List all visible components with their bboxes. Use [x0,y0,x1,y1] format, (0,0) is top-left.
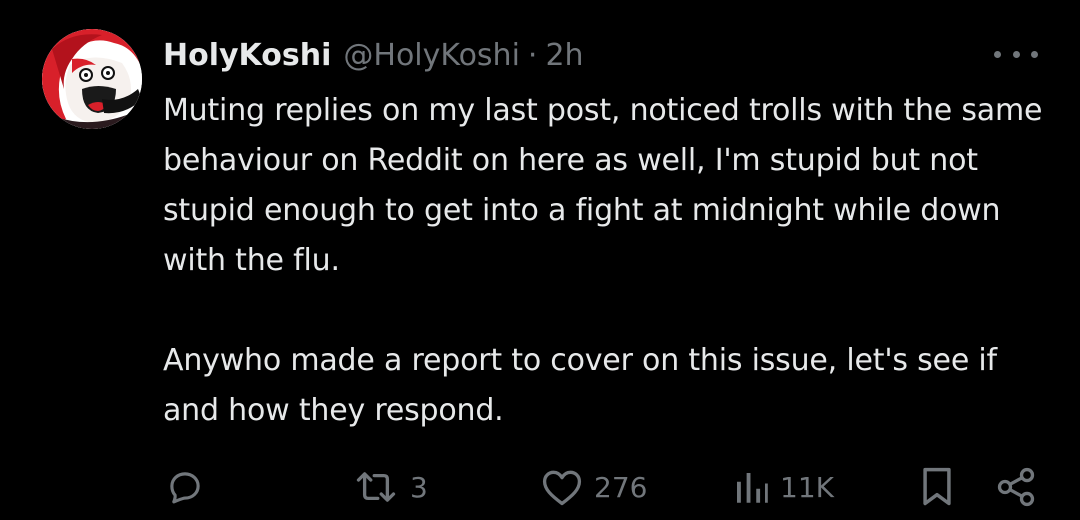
post-paragraph: Muting replies on my last post, noticed … [163,93,1043,278]
user-handle[interactable]: @HolyKoshi [343,34,520,78]
post-paragraph: Anywho made a report to cover on this is… [163,343,997,428]
display-name[interactable]: HolyKoshi [163,34,331,78]
views-icon [737,473,768,503]
post-text: Muting replies on my last post, noticed … [163,86,1043,436]
views-button[interactable]: 11K [732,462,834,512]
like-count: 276 [594,470,648,504]
views-count: 11K [780,470,834,504]
action-bar: 3 276 11K [0,462,1080,512]
reply-button[interactable] [164,462,206,512]
more-dot [1012,50,1020,58]
repost-icon [356,472,396,502]
more-dot [994,50,1001,58]
bookmark-button[interactable] [918,462,956,512]
post-header: HolyKoshi @HolyKoshi · 2h [163,34,584,78]
share-icon [997,467,1035,507]
avatar[interactable] [42,29,142,129]
separator: · [527,38,538,73]
more-options-icon[interactable] [994,42,1038,66]
heart-icon [542,470,582,506]
post: HolyKoshi @HolyKoshi · 2h Muting replies… [0,0,1080,520]
bookmark-icon [923,467,951,506]
reply-icon [170,472,200,504]
like-button[interactable]: 276 [540,462,647,512]
repost-button[interactable]: 3 [352,462,428,512]
timestamp[interactable]: 2h [545,34,583,78]
more-dot [1031,50,1038,58]
avatar-image [42,29,142,129]
repost-count: 3 [410,470,428,504]
share-button[interactable] [994,462,1038,512]
